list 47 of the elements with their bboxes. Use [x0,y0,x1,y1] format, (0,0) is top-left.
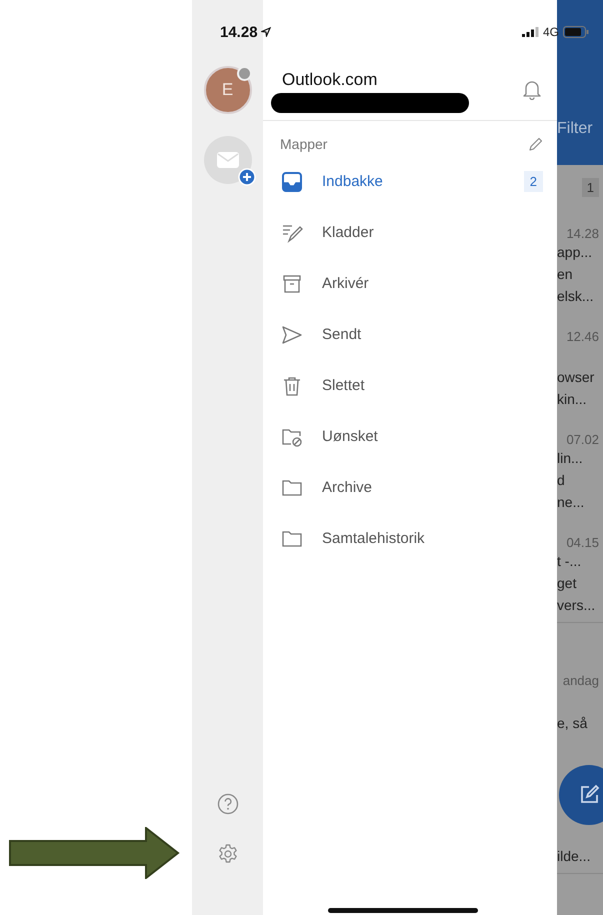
unread-count: 2 [524,171,543,192]
message-time: 04.15 [565,535,599,550]
message-text: owser [557,368,596,387]
message-text: ilde... [557,847,592,866]
message-text: elsk... [557,287,595,306]
message-time: 12.46 [565,329,599,344]
message-text: en [557,265,574,284]
send-icon [281,324,303,346]
account-title: Outlook.com [282,70,378,90]
help-icon[interactable] [216,793,238,815]
plus-icon [238,168,256,186]
settings-icon[interactable] [216,843,238,865]
trash-icon [281,374,303,396]
folder-item[interactable]: Uønsket [263,411,557,462]
message-text: lin... [557,449,584,468]
compose-icon [578,784,600,806]
compose-button[interactable] [559,765,603,825]
envelope-icon [216,152,238,168]
inbox-icon [281,170,303,192]
archive-box-icon [281,272,303,294]
section-title: Mapper [280,136,328,152]
signal-icon [522,27,539,37]
message-text: t -... [557,552,582,571]
battery-icon [563,26,589,38]
pencil-icon[interactable] [528,136,543,152]
message-time: 07.02 [565,432,599,447]
message-text: ne... [557,493,586,512]
message-text: get [557,574,578,593]
message-text: app... [557,243,594,262]
location-arrow-icon [260,27,271,37]
folder-item[interactable]: Archive [263,462,557,513]
folder-item[interactable]: Indbakke 2 [263,156,557,207]
folder-item[interactable]: Slettet [263,360,557,411]
message-time: 14.28 [565,226,599,241]
message-text: e, så [557,714,588,733]
presence-dot [236,66,252,81]
folder-item[interactable]: Sendt [263,309,557,360]
filter-label: Filter [557,120,593,138]
message-text: d [557,471,566,490]
unread-count: 1 [582,178,599,197]
folder-item[interactable]: Samtalehistorik [263,513,557,564]
status-time: 14.28 [220,24,258,40]
message-time: andag [562,673,599,688]
folder-item[interactable]: Arkivér [263,258,557,309]
message-text: kin... [557,390,588,409]
message-text: vers... [557,596,596,615]
folder-item[interactable]: Kladder [263,207,557,258]
